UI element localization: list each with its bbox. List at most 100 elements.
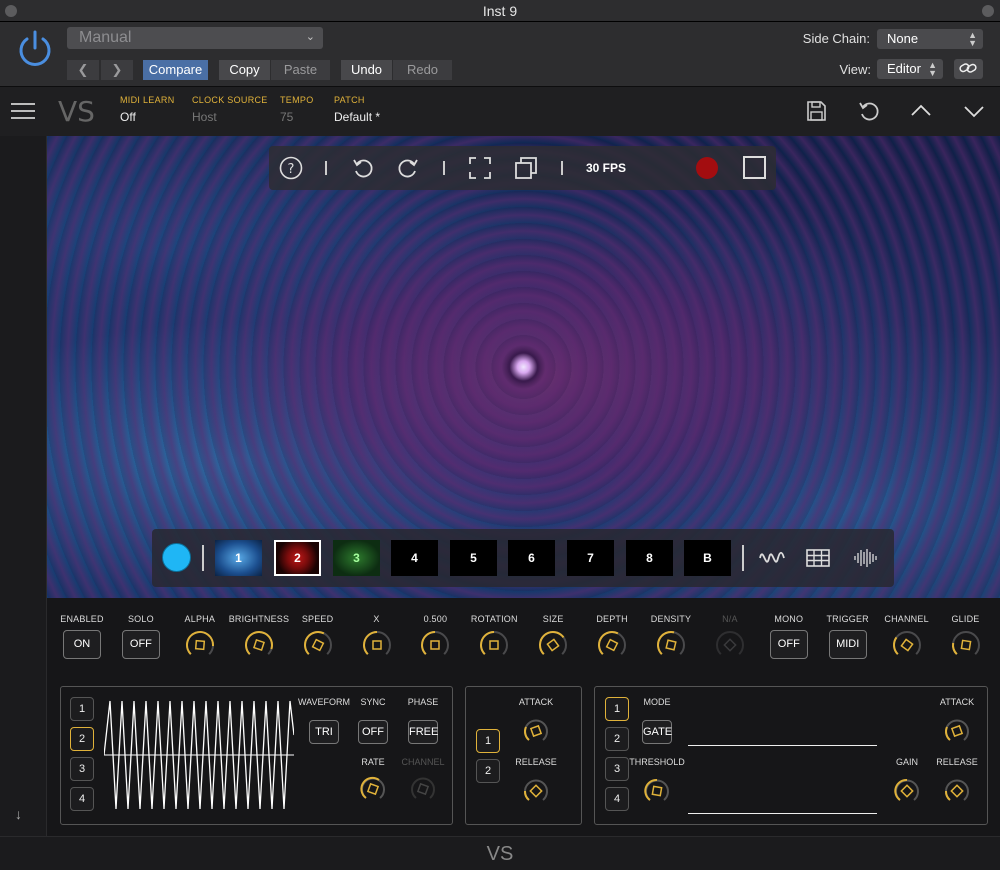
updown-icon: ▲ ▼	[928, 60, 937, 78]
view-select[interactable]: Editor ▲ ▼	[877, 59, 943, 79]
next-preset-button[interactable]: ❯	[101, 60, 133, 80]
trigger-toggle-button[interactable]: MIDI	[828, 630, 867, 659]
param-label: BRIGHTNESS	[228, 614, 290, 624]
compare-button[interactable]: Compare	[143, 60, 208, 80]
svg-text:?: ?	[288, 162, 295, 177]
speed-knob[interactable]	[302, 629, 334, 661]
scene-3[interactable]: 3	[333, 540, 380, 576]
arrow-down-icon[interactable]: ↓	[15, 806, 22, 822]
depth-knob[interactable]	[596, 629, 628, 661]
brightness-knob[interactable]	[243, 629, 275, 661]
lfo-slot-3[interactable]: 3	[70, 757, 94, 781]
channel-knob[interactable]	[891, 629, 923, 661]
param-rotation: ROTATION	[464, 614, 524, 666]
gate-slot-2[interactable]: 2	[605, 727, 629, 751]
waveform-value-button[interactable]: TRI	[309, 720, 339, 744]
envelope-release-knob[interactable]	[522, 777, 550, 805]
color-swatch[interactable]	[162, 543, 191, 572]
redo-button[interactable]: Redo	[393, 60, 452, 80]
window-title: Inst 9	[482, 3, 518, 19]
glide-knob[interactable]	[950, 629, 982, 661]
preset-value: Manual	[79, 29, 132, 46]
scene-b[interactable]: B	[684, 540, 731, 576]
undo-button[interactable]: Undo	[341, 60, 392, 80]
mode-value-button[interactable]: GATE	[642, 720, 672, 744]
modulation-section: 1 2 3 4 WAVEFORM TRI SYNC OFF PHASE FREE…	[47, 676, 1000, 836]
window-zoom-button[interactable]	[982, 5, 994, 17]
popout-window-icon[interactable]	[514, 156, 538, 180]
paste-button[interactable]: Paste	[271, 60, 330, 80]
scene-5[interactable]: 5	[450, 540, 497, 576]
audio-waveform-icon[interactable]	[853, 547, 879, 569]
stop-button[interactable]	[743, 156, 766, 179]
lfo-slot-4[interactable]: 4	[70, 787, 94, 811]
fullscreen-icon[interactable]	[468, 156, 492, 180]
scene-2[interactable]: 2	[274, 540, 321, 576]
footer-logo: VS	[486, 843, 514, 865]
envelope-attack-knob[interactable]	[522, 717, 550, 745]
clock-source-field[interactable]: CLOCK SOURCE Host	[192, 95, 268, 124]
undo-icon[interactable]	[351, 156, 375, 180]
clock-source-label: CLOCK SOURCE	[192, 95, 268, 105]
lfo-wave-icon[interactable]	[759, 547, 785, 569]
x-knob[interactable]	[361, 629, 393, 661]
patch-field[interactable]: PATCH Default *	[334, 95, 380, 124]
fps-readout: 30 FPS	[586, 161, 627, 175]
copy-button[interactable]: Copy	[219, 60, 270, 80]
envelope-slot-2[interactable]: 2	[476, 759, 500, 783]
revert-icon[interactable]	[857, 99, 881, 123]
visual-canvas[interactable]: ? 30 FPS 1 2 3 4 5 6 7 8 B	[47, 136, 1000, 598]
hamburger-menu-icon[interactable]	[11, 103, 35, 119]
view-value: Editor	[887, 61, 921, 76]
sync-value-button[interactable]: OFF	[358, 720, 388, 744]
preset-select[interactable]: Manual ⌄	[67, 27, 323, 49]
record-button[interactable]	[696, 157, 718, 179]
help-icon[interactable]: ?	[279, 156, 303, 180]
tempo-field[interactable]: TEMPO 75	[280, 95, 314, 124]
save-icon[interactable]	[804, 99, 828, 123]
link-button[interactable]	[954, 59, 983, 79]
density-knob[interactable]	[655, 629, 687, 661]
envelope-release-label: RELEASE	[515, 757, 557, 767]
mono-toggle-button[interactable]: OFF	[769, 630, 808, 659]
rate-knob[interactable]	[359, 775, 387, 803]
envelope-slot-1[interactable]: 1	[476, 729, 500, 753]
lfo-slot-1[interactable]: 1	[70, 697, 94, 721]
grid-icon[interactable]	[805, 547, 831, 569]
enabled-toggle-button[interactable]: ON	[63, 630, 101, 659]
midi-learn-field[interactable]: MIDI LEARN Off	[120, 95, 175, 124]
gate-attack-knob[interactable]	[943, 717, 971, 745]
redo-icon[interactable]	[396, 156, 420, 180]
param-label: TRIGGER	[826, 614, 869, 624]
gain-knob[interactable]	[893, 777, 921, 805]
scene-1[interactable]: 1	[215, 540, 262, 576]
scene-7[interactable]: 7	[567, 540, 614, 576]
gate-slot-3[interactable]: 3	[605, 757, 629, 781]
gate-release-knob[interactable]	[943, 777, 971, 805]
size-knob[interactable]	[537, 629, 569, 661]
param-x: X	[347, 614, 407, 666]
chevron-down-icon[interactable]	[962, 99, 986, 123]
chevron-up-icon[interactable]	[909, 99, 933, 123]
solo-toggle-button[interactable]: OFF	[121, 630, 160, 659]
side-chain-select[interactable]: None ▲ ▼	[877, 29, 983, 49]
gate-slot-4[interactable]: 4	[605, 787, 629, 811]
envelope-panel: 1 2 ATTACK RELEASE	[465, 686, 582, 825]
0-500-knob[interactable]	[419, 629, 451, 661]
host-header: Manual ⌄ ❮ ❯ Compare Copy Paste Undo Red…	[0, 22, 1000, 86]
param-size: SIZE	[523, 614, 583, 666]
prev-preset-button[interactable]: ❮	[67, 60, 99, 80]
param-label: SPEED	[301, 614, 334, 624]
lfo-slot-2[interactable]: 2	[70, 727, 94, 751]
phase-value-button[interactable]: FREE	[408, 720, 438, 744]
scene-4[interactable]: 4	[391, 540, 438, 576]
gate-slot-1[interactable]: 1	[605, 697, 629, 721]
alpha-knob[interactable]	[184, 629, 216, 661]
param-label: DEPTH	[596, 614, 628, 624]
power-icon[interactable]	[14, 28, 56, 70]
scene-8[interactable]: 8	[626, 540, 673, 576]
param-label: 0.500	[423, 614, 448, 624]
threshold-knob[interactable]	[643, 777, 671, 805]
scene-6[interactable]: 6	[508, 540, 555, 576]
rotation-knob[interactable]	[478, 629, 510, 661]
